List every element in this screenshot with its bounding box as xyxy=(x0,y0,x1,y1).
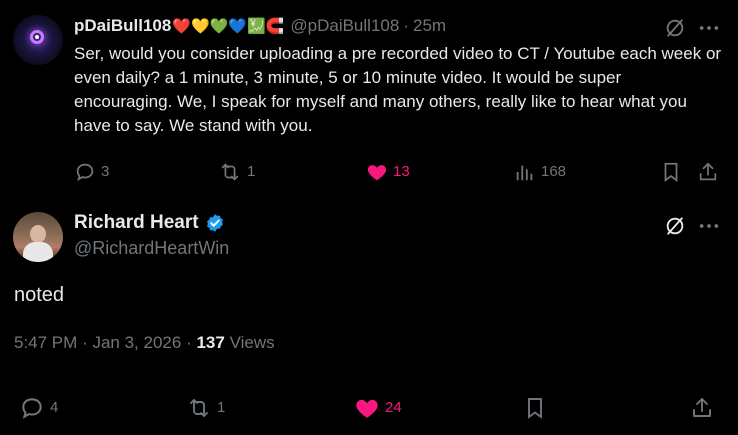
repost-button[interactable]: 1 xyxy=(186,396,225,420)
repost-button[interactable]: 1 xyxy=(218,160,255,184)
separator: · xyxy=(186,333,192,352)
like-button[interactable]: 13 xyxy=(366,160,410,184)
grok-icon[interactable] xyxy=(664,215,686,237)
share-icon xyxy=(693,398,711,417)
avatar-shirt xyxy=(23,242,53,262)
reply-actions: 3 1 13 168 xyxy=(0,160,738,184)
timestamp[interactable]: 25m xyxy=(413,16,446,36)
repost-count: 1 xyxy=(247,163,256,180)
like-count: 24 xyxy=(385,399,402,416)
bookmark-button[interactable] xyxy=(660,160,682,184)
views-label: Views xyxy=(229,333,275,352)
repost-icon xyxy=(190,399,208,417)
tweet-date[interactable]: Jan 3, 2026 xyxy=(92,333,181,352)
display-name[interactable]: pDaiBull108 xyxy=(74,16,171,36)
separator: · xyxy=(82,333,88,352)
bookmark-button[interactable] xyxy=(523,396,547,420)
repost-icon xyxy=(221,163,239,181)
views-count: 168 xyxy=(541,163,567,180)
share-icon xyxy=(699,162,717,181)
bookmark-icon xyxy=(528,398,542,419)
reply-icon xyxy=(76,163,94,182)
reply-button[interactable]: 3 xyxy=(74,160,109,184)
reply-icon xyxy=(22,398,42,419)
like-count: 13 xyxy=(393,163,410,180)
separator: · xyxy=(403,16,409,35)
views-count: 137 xyxy=(196,333,225,352)
tweet-meta: 5:47 PM · Jan 3, 2026 · 137 Views xyxy=(14,333,275,353)
reply-button[interactable]: 4 xyxy=(19,396,58,420)
heart-filled-icon xyxy=(367,165,387,181)
reply-header: pDaiBull108 ❤️💛💚💙💹🧲 @pDaiBull108 · 25m xyxy=(74,13,446,39)
display-name[interactable]: Richard Heart xyxy=(74,212,199,234)
more-icon[interactable] xyxy=(698,18,720,38)
tweet-time[interactable]: 5:47 PM xyxy=(14,333,77,352)
bookmark-icon xyxy=(664,162,678,182)
heart-filled-icon xyxy=(356,399,378,418)
tweet-text: noted xyxy=(14,284,65,306)
avatar[interactable] xyxy=(13,15,63,65)
verified-badge-icon[interactable] xyxy=(205,213,225,233)
more-icon[interactable] xyxy=(698,216,720,236)
avatar-face xyxy=(30,225,46,243)
avatar[interactable] xyxy=(13,212,63,262)
handle[interactable]: @pDaiBull108 xyxy=(290,16,399,36)
name-emojis: ❤️💛💚💙💹🧲 xyxy=(172,18,285,35)
reply-count: 3 xyxy=(101,163,110,180)
repost-count: 1 xyxy=(217,399,226,416)
analytics-icon xyxy=(516,165,533,181)
share-button[interactable] xyxy=(690,396,714,420)
tweet-actions: 4 1 24 xyxy=(0,396,738,422)
like-button[interactable]: 24 xyxy=(354,396,402,420)
share-button[interactable] xyxy=(697,160,719,184)
grok-icon[interactable] xyxy=(664,17,686,39)
avatar-dot xyxy=(35,35,39,39)
reply-count: 4 xyxy=(50,399,59,416)
reply-text: Ser, would you consider uploading a pre … xyxy=(74,44,722,135)
views-button[interactable]: 168 xyxy=(514,160,566,184)
main-header: Richard Heart xyxy=(74,212,225,234)
handle[interactable]: @RichardHeartWin xyxy=(74,238,229,259)
